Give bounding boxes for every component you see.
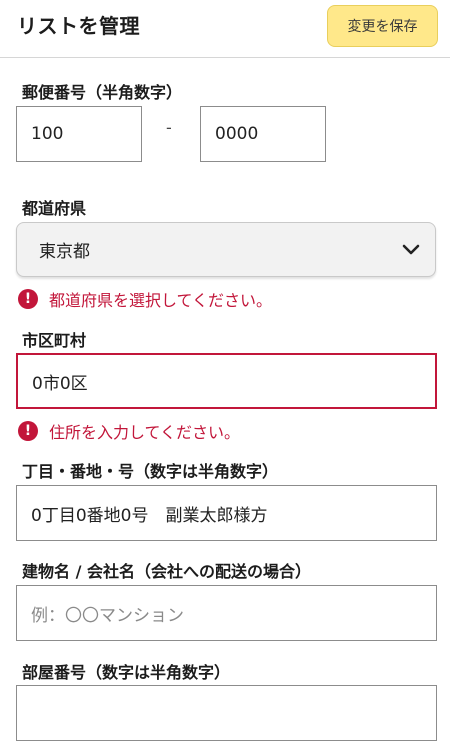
room-input[interactable]	[16, 685, 437, 741]
page-title: リストを管理	[17, 14, 140, 38]
prefecture-error: ! 都道府県を選択してください。	[18, 287, 272, 311]
prefecture-selected-value: 東京都	[39, 242, 90, 262]
postal-code-separator: -	[166, 118, 172, 137]
building-label: 建物名 / 会社名（会社への配送の場合）	[22, 562, 311, 581]
city-input[interactable]: 0市0区	[16, 353, 437, 409]
city-error: ! 住所を入力してください。	[18, 419, 240, 443]
exclamation-circle-icon: !	[18, 289, 38, 309]
prefecture-label: 都道府県	[22, 199, 87, 218]
city-label: 市区町村	[22, 331, 87, 350]
postal-code-label: 郵便番号（半角数字）	[22, 83, 183, 102]
street-input[interactable]: 0丁目0番地0号 副業太郎様方	[16, 485, 437, 541]
room-label: 部屋番号（数字は半角数字）	[22, 663, 231, 682]
chevron-down-icon	[402, 244, 420, 255]
building-placeholder: 例：〇〇マンション	[31, 605, 184, 626]
save-changes-button[interactable]: 変更を保存	[327, 5, 438, 47]
exclamation-circle-icon: !	[18, 421, 38, 441]
building-input[interactable]: 例：〇〇マンション	[16, 585, 437, 641]
postal-code-second-input[interactable]: 0000	[200, 106, 326, 162]
street-label: 丁目・番地・号（数字は半角数字）	[22, 462, 279, 481]
prefecture-error-text: 都道府県を選択してください。	[49, 291, 273, 310]
prefecture-select[interactable]: 東京都	[16, 222, 436, 277]
city-error-text: 住所を入力してください。	[49, 423, 241, 442]
app-header: リストを管理 変更を保存	[0, 0, 450, 58]
postal-code-first-input[interactable]: 100	[16, 106, 142, 162]
